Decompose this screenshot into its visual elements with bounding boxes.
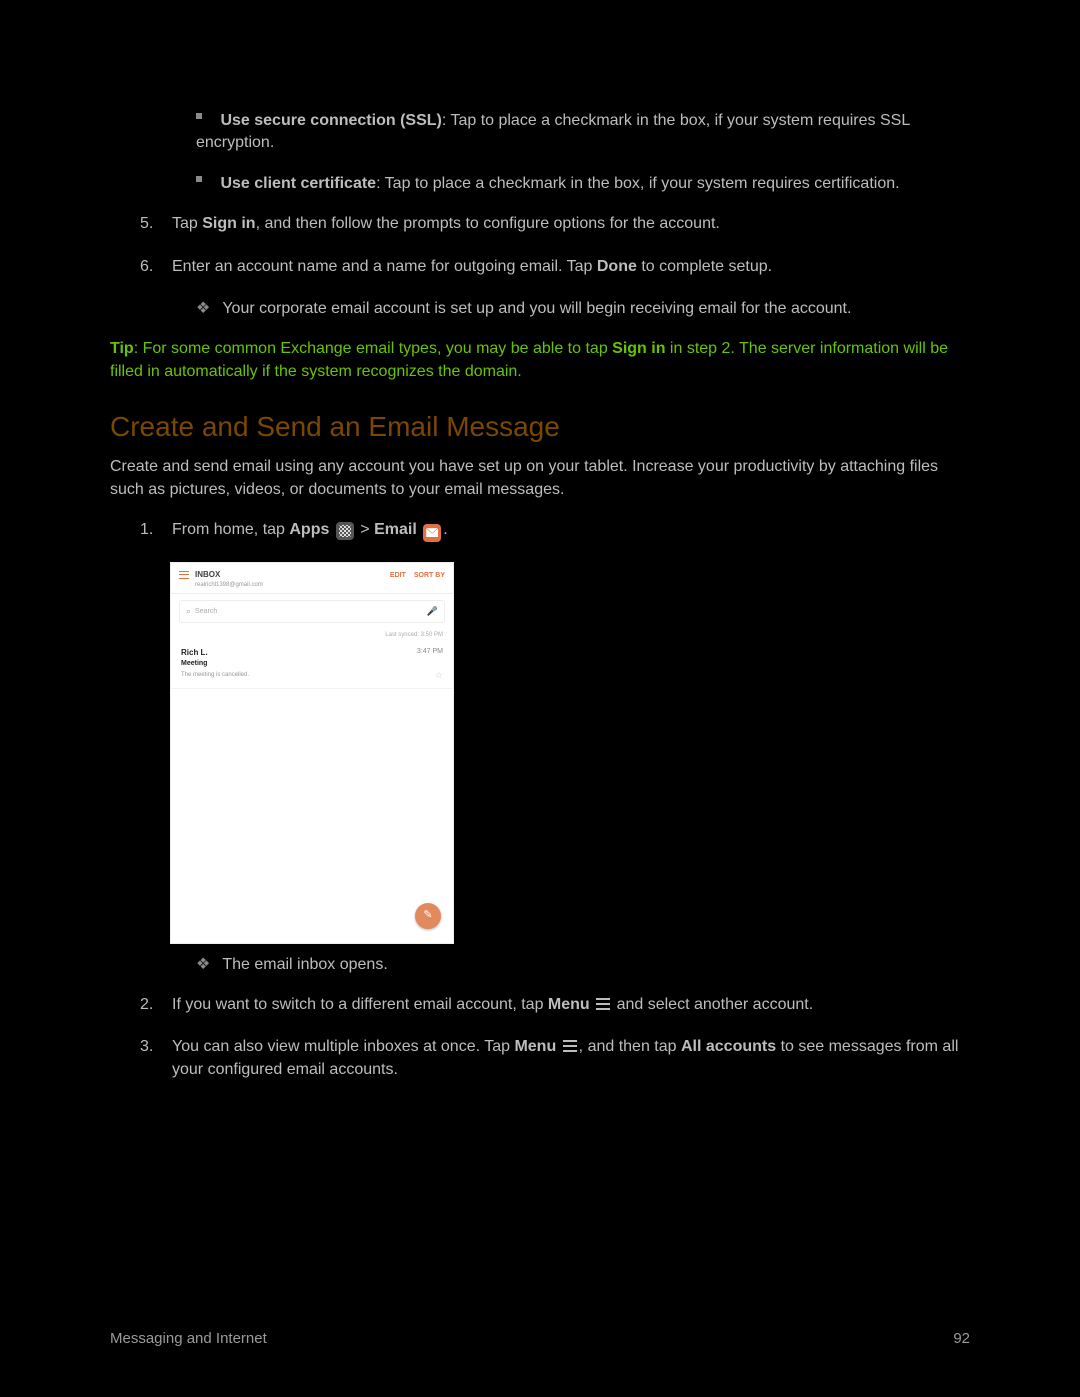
step-5-post: , and then follow the prompts to configu… [256,215,720,232]
step-5-bold: Sign in [202,215,255,232]
tip-bold: Sign in [612,340,665,357]
mock-header-left: INBOX realrichl1398@gmail.com [179,569,263,590]
mock-edit-button[interactable]: EDIT [390,571,406,581]
mock-email-item[interactable]: Rich L. 3:47 PM Meeting The meeting is c… [171,643,453,689]
star-icon[interactable]: ☆ [435,669,443,682]
step-b3-bold1: Menu [514,1038,556,1055]
step-b2: 2. If you want to switch to a different … [140,994,970,1016]
step-b1-pre: From home, tap [172,521,289,538]
page: Use secure connection (SSL) : Tap to plac… [0,0,1080,1397]
mock-header: INBOX realrichl1398@gmail.com EDIT SORT … [171,563,453,595]
step-b3: 3. You can also view multiple inboxes at… [140,1036,970,1081]
step-6-result: ❖ Your corporate email account is set up … [196,298,970,320]
step-b2-number: 2. [140,994,160,1016]
step-6-number: 6. [140,256,160,278]
square-bullet-icon [196,113,202,119]
mock-sort-button[interactable]: SORT BY [414,571,445,581]
step-6-post: to complete setup. [637,258,772,275]
menu-icon [596,998,610,1010]
menu-icon [563,1040,577,1052]
apps-icon [336,522,354,540]
mock-account-email: realrichl1398@gmail.com [195,581,263,589]
email-icon [423,524,441,542]
compose-fab-button[interactable]: ✎ [415,903,441,929]
diamond-bullet-icon: ❖ [196,298,210,320]
step-b1-email: Email [374,521,417,538]
bullet-cert-text: : Tap to place a checkmark in the box, i… [376,175,900,192]
step-5: 5. Tap Sign in, and then follow the prom… [140,213,970,235]
tip-pre: : For some common Exchange email types, … [134,340,612,357]
step-b1-gt: > [360,521,374,538]
tip-label: Tip [110,340,134,357]
content-area: Use secure connection (SSL) : Tap to plac… [0,0,1080,1081]
bullet-ssl: Use secure connection (SSL): Tap to plac… [196,110,970,155]
step-b1-number: 1. [140,519,160,542]
mock-time: 3:47 PM [417,647,443,658]
square-bullet-icon [196,176,202,182]
step-b3-pre: You can also view multiple inboxes at on… [172,1038,514,1055]
step-b1: 1. From home, tap Apps > Email . [140,519,970,542]
step-6-result-text: Your corporate email account is set up a… [222,300,851,317]
intro-paragraph: Create and send email using any account … [110,456,970,501]
mock-sender: Rich L. [181,647,208,658]
mock-last-sync: Last synced: 3:50 PM [171,629,453,643]
step-b2-pre: If you want to switch to a different ema… [172,996,548,1013]
step-b3-number: 3. [140,1036,160,1081]
step-6-pre: Enter an account name and a name for out… [172,258,597,275]
step-b2-post: and select another account. [612,996,813,1013]
footer-page-number: 92 [953,1328,970,1349]
page-footer: Messaging and Internet 92 [110,1328,970,1349]
step-b1-apps: Apps [289,521,329,538]
step-b1-result: ❖ The email inbox opens. [196,954,970,976]
bullet-cert: Use client certificate: Tap to place a c… [196,173,970,195]
mock-subject: Meeting [181,659,443,669]
footer-left: Messaging and Internet [110,1328,267,1349]
section-title: Create and Send an Email Message [110,407,970,446]
bullet-cert-bold: Use client certificate [220,175,376,192]
hamburger-menu-icon[interactable] [179,571,189,579]
step-b2-bold: Menu [548,996,590,1013]
mock-preview: The meeting is cancelled. [181,671,249,679]
diamond-bullet-icon: ❖ [196,954,210,976]
email-app-screenshot: INBOX realrichl1398@gmail.com EDIT SORT … [170,562,454,944]
tip-paragraph: Tip: For some common Exchange email type… [110,338,970,383]
step-b3-mid: , and then tap [579,1038,681,1055]
step-b3-bold2: All accounts [681,1038,776,1055]
mock-search-field[interactable]: Search 🎤 [179,600,445,623]
step-6-bold: Done [597,258,637,275]
step-b1-period: . [443,521,447,538]
step-5-number: 5. [140,213,160,235]
bullet-ssl-bold: Use secure connection (SSL) [220,112,441,129]
mock-header-actions: EDIT SORT BY [390,571,445,581]
mic-icon[interactable]: 🎤 [427,605,438,618]
step-5-pre: Tap [172,215,202,232]
step-b1-result-text: The email inbox opens. [222,956,387,973]
mock-search-placeholder: Search [186,605,217,618]
mock-inbox-label: INBOX [195,569,263,580]
step-6: 6. Enter an account name and a name for … [140,256,970,278]
